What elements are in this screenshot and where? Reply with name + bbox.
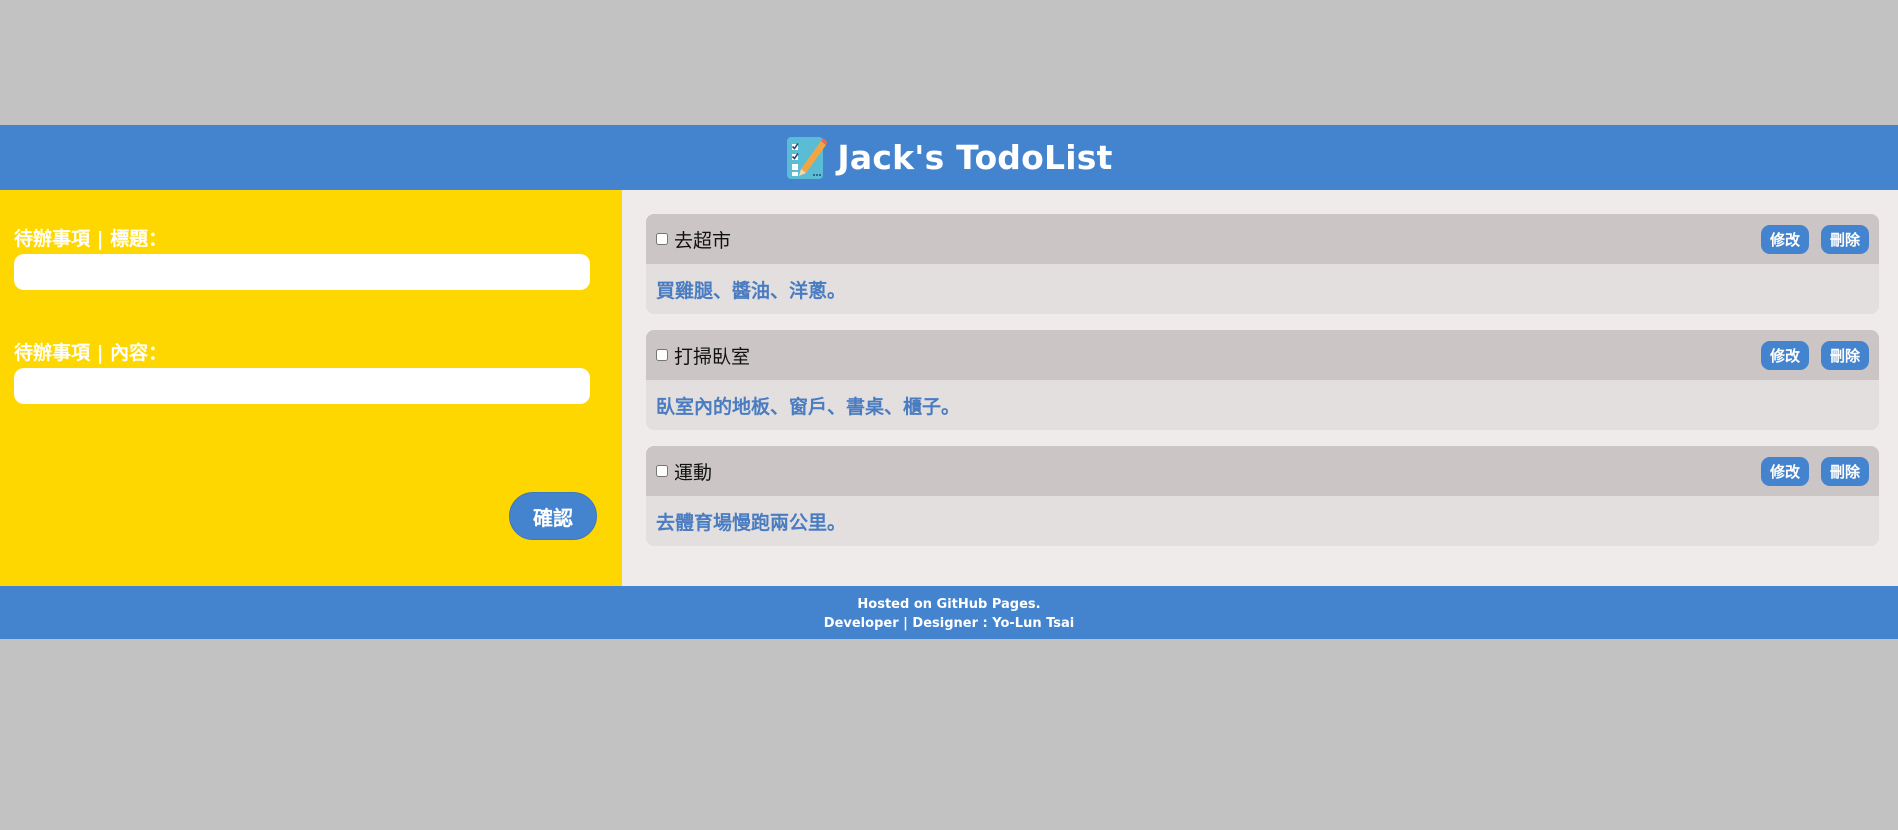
delete-button[interactable]: 刪除: [1820, 224, 1869, 254]
footer-hosting-text: Hosted on GitHub Pages.: [857, 597, 1041, 612]
page: Jack's TodoList 待辦事項 | 標題： 待辦事項 | 內容： 確認…: [0, 125, 1898, 639]
edit-button[interactable]: 修改: [1760, 340, 1809, 370]
title-field-label: 待辦事項 | 標題：: [14, 228, 168, 250]
todo-item-header: 打掃臥室 修改 刪除: [646, 330, 1879, 380]
content-field-label: 待辦事項 | 內容：: [14, 342, 168, 364]
content-input[interactable]: [14, 368, 590, 404]
todo-checkbox[interactable]: [656, 349, 668, 361]
todo-content: 買雞腿、醬油、洋蔥。: [646, 264, 1879, 314]
title-input[interactable]: [14, 254, 590, 290]
todo-content: 臥室內的地板、窗戶、書桌、櫃子。: [646, 380, 1879, 430]
todo-form: 待辦事項 | 標題： 待辦事項 | 內容： 確認: [0, 190, 622, 586]
title-field-group: 待辦事項 | 標題：: [14, 226, 622, 290]
footer-credits-text: Developer | Designer : Yo-Lun Tsai: [823, 616, 1075, 631]
todo-item: 打掃臥室 修改 刪除 臥室內的地板、窗戶、書桌、櫃子。: [646, 330, 1879, 430]
app-header: Jack's TodoList: [0, 125, 1898, 190]
edit-button[interactable]: 修改: [1760, 224, 1809, 254]
todo-item: 去超市 修改 刪除 買雞腿、醬油、洋蔥。: [646, 214, 1879, 314]
todo-checkbox[interactable]: [656, 233, 668, 245]
delete-button[interactable]: 刪除: [1820, 456, 1869, 486]
main-area: 待辦事項 | 標題： 待辦事項 | 內容： 確認 去超市 修改 刪除 買雞腿、醬…: [0, 190, 1898, 586]
todo-item-header: 運動 修改 刪除: [646, 446, 1879, 496]
todo-title: 打掃臥室: [674, 345, 751, 368]
todo-content: 去體育場慢跑兩公里。: [646, 496, 1879, 546]
todo-list: 去超市 修改 刪除 買雞腿、醬油、洋蔥。 打掃臥室 修改 刪除 臥室內的地板、窗…: [622, 190, 1898, 586]
todo-checkbox[interactable]: [656, 465, 668, 477]
delete-button[interactable]: 刪除: [1820, 340, 1869, 370]
confirm-button[interactable]: 確認: [509, 492, 597, 540]
app-footer: Hosted on GitHub Pages. Developer | Desi…: [0, 586, 1898, 639]
todo-item: 運動 修改 刪除 去體育場慢跑兩公里。: [646, 446, 1879, 546]
content-field-group: 待辦事項 | 內容：: [14, 340, 622, 404]
checklist-pencil-icon: [785, 135, 828, 181]
todo-title: 運動: [674, 461, 713, 484]
todo-title: 去超市: [674, 229, 732, 252]
edit-button[interactable]: 修改: [1760, 456, 1809, 486]
todo-item-header: 去超市 修改 刪除: [646, 214, 1879, 264]
app-title: Jack's TodoList: [837, 138, 1113, 177]
